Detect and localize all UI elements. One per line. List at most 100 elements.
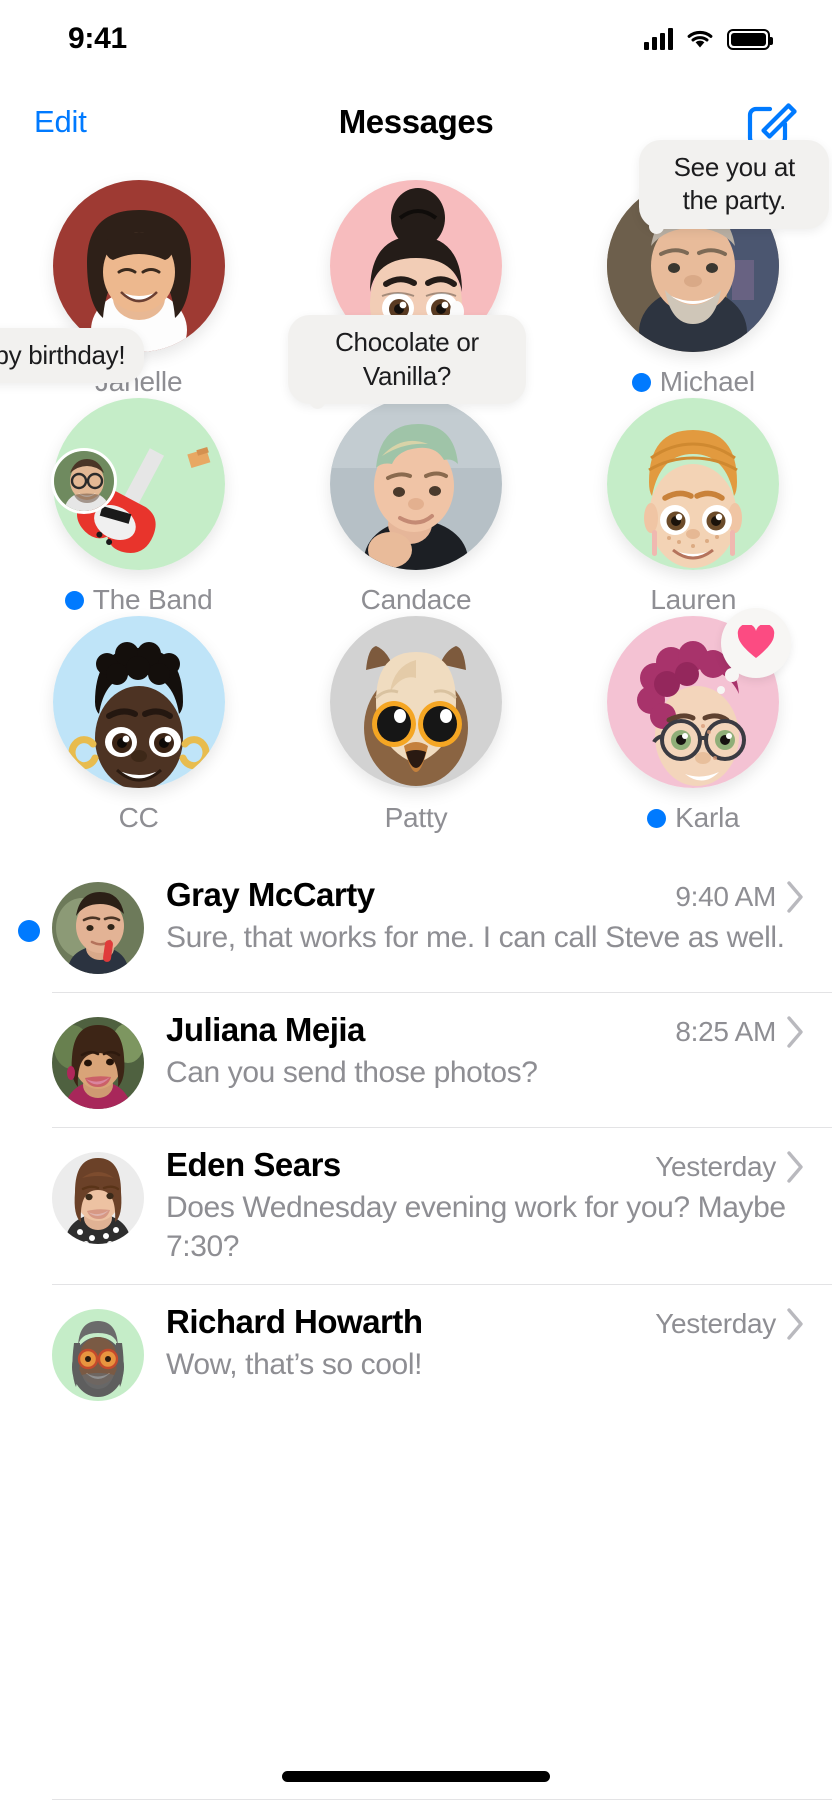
avatar-photo-candace [329, 398, 502, 570]
conversation-name: Gray McCarty [166, 876, 375, 913]
conversation-preview: Sure, that works for me. I can call Stev… [166, 921, 785, 954]
conversation-time: 8:25 AM [675, 1016, 776, 1047]
heart-icon [738, 625, 775, 658]
pinned-contact-name: Patty [384, 802, 448, 833]
conversation-name: Richard Howarth [166, 1303, 423, 1340]
unread-indicator-dot [18, 920, 40, 942]
avatar-wrap [607, 398, 780, 570]
avatar [52, 616, 225, 788]
pinned-contact-karla[interactable]: Karla [583, 608, 803, 834]
edit-button[interactable]: Edit [34, 104, 87, 140]
pinned-contact-name: The Band [92, 584, 213, 615]
conversation-time: Yesterday [655, 1151, 776, 1182]
conversation-row-eden-sears[interactable]: Eden Sears Yesterday Does Wednesday even… [52, 1127, 832, 1284]
pinned-message-bubble[interactable]: Happy birthday! [0, 328, 145, 384]
avatar-wrap [329, 616, 502, 788]
pinned-contact-candace[interactable]: Candace [306, 398, 526, 616]
avatar-wrap [52, 616, 225, 788]
status-time: 9:41 [68, 22, 127, 55]
group-member-avatar [50, 448, 117, 514]
pinned-contact-label: Lauren [650, 584, 736, 616]
pinned-row: CC Patty Karla [0, 608, 832, 834]
pinned-contact-name: Michael [659, 366, 755, 397]
avatar-photo-juliana-mejia [52, 1017, 144, 1109]
status-bar: 9:41 [0, 0, 832, 78]
avatar [607, 398, 780, 570]
pinned-contact-name: Lauren [650, 584, 737, 615]
conversation-row-juliana-mejia[interactable]: Juliana Mejia 8:25 AM Can you send those… [52, 992, 832, 1127]
conversation-body: Juliana Mejia 8:25 AM Can you send those… [166, 1011, 806, 1092]
avatar [52, 180, 225, 352]
status-icons [644, 28, 773, 50]
pinned-row: Happy birthday! The Band [0, 328, 832, 616]
unread-indicator-dot [631, 372, 651, 392]
avatar-photo-gray-mccarty [52, 882, 144, 974]
conversation-header: Juliana Mejia 8:25 AM [166, 1011, 806, 1049]
pinned-contact-michael[interactable]: See you at the party. Michael [583, 140, 830, 398]
conversation-name: Eden Sears [166, 1146, 341, 1183]
pinned-contact-patty[interactable]: Patty [306, 616, 526, 834]
conversation-meta: Yesterday [655, 1307, 806, 1341]
avatar [52, 882, 144, 974]
page-title: Messages [338, 103, 494, 140]
pinned-contact-label: The Band [64, 584, 213, 616]
pinned-contact-kathy[interactable]: Chocolate or Vanilla? Kathy [287, 180, 526, 409]
pinned-conversations-grid: Janelle Chocolate or Vanilla? See you at… [0, 140, 832, 840]
conversation-meta: Yesterday [655, 1150, 806, 1184]
pinned-contact-label: CC [119, 802, 159, 834]
conversation-name: Juliana Mejia [166, 1011, 365, 1048]
pinned-message-bubble[interactable]: See you at the party. [639, 140, 830, 234]
pinned-contact-name: CC [118, 802, 159, 833]
avatar [52, 1017, 144, 1109]
reaction-badge-heart[interactable] [717, 608, 792, 694]
conversation-body: Eden Sears Yesterday Does Wednesday even… [166, 1146, 806, 1266]
pinned-contact-label: Michael [631, 366, 755, 398]
pinned-contact-label: Candace [361, 584, 472, 616]
conversation-header: Eden Sears Yesterday [166, 1146, 806, 1184]
conversation-header: Richard Howarth Yesterday [166, 1303, 806, 1341]
battery-icon [727, 28, 773, 50]
avatar [329, 616, 502, 788]
avatar-photo-janelle [52, 180, 225, 352]
conversation-preview: Can you send those photos? [166, 1056, 538, 1089]
chevron-right-icon [786, 1015, 806, 1049]
cellular-signal-icon [644, 28, 673, 50]
wifi-icon [687, 30, 713, 48]
avatar-photo-eden-sears [52, 1152, 144, 1244]
pinned-contact-label: Karla [647, 802, 740, 834]
avatar [329, 398, 502, 570]
avatar-memoji-richard-howarth [52, 1309, 144, 1401]
avatar-wrap [50, 398, 225, 570]
chevron-right-icon [786, 880, 806, 914]
avatar-memoji-cc [52, 616, 225, 788]
avatar [52, 1309, 144, 1401]
unread-indicator-dot [647, 808, 667, 828]
conversation-row-gray-mccarty[interactable]: Gray McCarty 9:40 AM Sure, that works fo… [18, 858, 832, 992]
chevron-right-icon [786, 1307, 806, 1341]
conversation-list: Gray McCarty 9:40 AM Sure, that works fo… [0, 858, 832, 1419]
conversation-time: Yesterday [655, 1308, 776, 1339]
avatar-memoji-lauren [607, 398, 780, 570]
pinned-contact-lauren[interactable]: Lauren [583, 398, 803, 616]
avatar-wrap [329, 398, 502, 570]
avatar [52, 1152, 144, 1244]
avatar-wrap [52, 180, 225, 352]
chevron-right-icon [786, 1150, 806, 1184]
conversation-header: Gray McCarty 9:40 AM [166, 876, 806, 914]
conversation-row-richard-howarth[interactable]: Richard Howarth Yesterday Wow, that’s so… [52, 1284, 832, 1419]
pinned-contact-cc[interactable]: CC [29, 616, 249, 834]
unread-indicator-dot [64, 590, 84, 610]
avatar-memoji-patty-owl [329, 616, 502, 788]
conversation-preview: Does Wednesday evening work for you? May… [166, 1191, 786, 1263]
conversation-preview: Wow, that’s so cool! [166, 1348, 423, 1381]
pinned-message-bubble[interactable]: Chocolate or Vanilla? [287, 315, 526, 409]
pinned-contact-the-band[interactable]: Happy birthday! The Band [0, 328, 249, 616]
conversation-body: Richard Howarth Yesterday Wow, that’s so… [166, 1303, 806, 1384]
conversation-meta: 9:40 AM [675, 880, 806, 914]
pinned-contact-name: Karla [675, 802, 740, 833]
pinned-contact-label: Patty [385, 802, 448, 834]
conversation-time: 9:40 AM [675, 881, 776, 912]
conversation-meta: 8:25 AM [675, 1015, 806, 1049]
conversation-body: Gray McCarty 9:40 AM Sure, that works fo… [166, 876, 806, 957]
home-indicator[interactable] [0, 1771, 832, 1782]
